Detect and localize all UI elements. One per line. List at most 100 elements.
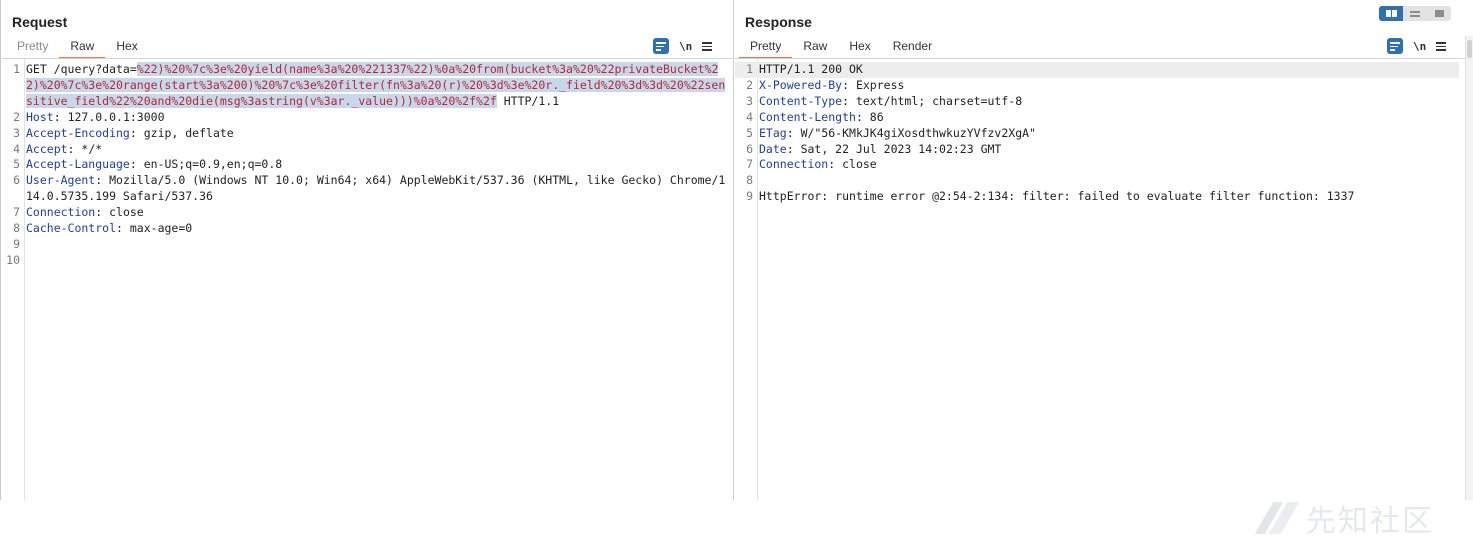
line-number: 9 — [746, 189, 753, 204]
stacked-layout-icon[interactable] — [1403, 6, 1427, 21]
wrap-lines-icon[interactable] — [1387, 38, 1403, 54]
response-header-line: 3 Content-Type: text/html; charset=utf-8 — [735, 94, 1459, 110]
menu-icon[interactable] — [702, 41, 713, 51]
line-number: 1 — [13, 62, 20, 76]
header-name: Accept-Encoding — [26, 125, 130, 140]
line-number: 9 — [13, 236, 20, 251]
tab-pretty[interactable]: Pretty — [6, 36, 59, 58]
request-method-path: GET /query?data= — [26, 62, 137, 76]
line-number: 5 — [13, 157, 20, 172]
empty-line: 8 — [735, 173, 1459, 189]
response-toolbar: \n — [1387, 38, 1447, 54]
request-pane: Request Pretty Raw Hex \n 1 GET /query?d… — [2, 0, 734, 500]
scrollbar-thumb[interactable] — [1467, 40, 1472, 58]
status-text: HTTP/1.1 200 OK — [759, 62, 863, 76]
status-line: 1 HTTP/1.1 200 OK — [735, 62, 1459, 78]
request-toolbar: \n — [653, 38, 713, 54]
line-number: 3 — [746, 93, 753, 108]
response-tabs: Pretty Raw Hex Render — [739, 36, 943, 59]
line-number: 10 — [6, 252, 20, 267]
response-header-line: 4 Content-Length: 86 — [735, 110, 1459, 126]
response-header-line: 5 ETag: W/"56-KMkJK4giXosdthwkuzYVfzv2Xg… — [735, 126, 1459, 142]
watermark-text: 先知社区 — [1306, 504, 1434, 539]
request-header-line: 5 Accept-Language: en-US;q=0.9,en;q=0.8 — [2, 157, 727, 173]
line-number: 5 — [746, 125, 753, 140]
header-name: X-Powered-By — [759, 77, 843, 92]
request-header-line: 7 Connection: close — [2, 205, 727, 221]
header-name: Connection — [26, 205, 96, 220]
request-header-line: 2 Host: 127.0.0.1:3000 — [2, 110, 727, 126]
response-header-line: 6 Date: Sat, 22 Jul 2023 14:02:23 GMT — [735, 142, 1459, 158]
header-value: close — [102, 205, 144, 220]
header-name: ETag — [759, 125, 787, 140]
header-value: gzip, deflate — [136, 125, 234, 140]
empty-line: 10 — [2, 253, 727, 269]
tab-hex[interactable]: Hex — [105, 36, 148, 58]
header-name: User-Agent — [26, 173, 96, 188]
line-number: 8 — [13, 221, 20, 236]
side-by-side-layout-icon[interactable] — [1379, 6, 1403, 21]
header-value: W/"56-KMkJK4giXosdthwkuzYVfzv2XgA" — [793, 125, 1036, 140]
line-number: 7 — [746, 157, 753, 172]
tab-raw[interactable]: Raw — [59, 36, 106, 59]
response-pane: Response Pretty Raw Hex Render \n 1 HTTP… — [735, 0, 1465, 500]
header-value: en-US;q=0.9,en;q=0.8 — [136, 157, 283, 172]
menu-icon[interactable] — [1436, 41, 1447, 51]
header-name: Accept — [26, 141, 68, 156]
http-version: HTTP/1.1 — [496, 93, 560, 108]
line-number: 2 — [746, 77, 753, 92]
tab-render[interactable]: Render — [882, 36, 943, 58]
line-number: 7 — [13, 205, 20, 220]
request-tabs: Pretty Raw Hex — [6, 36, 149, 59]
header-value: Mozilla/5.0 (Windows NT 10.0; Win64; x64… — [26, 173, 726, 204]
header-name: Date — [759, 141, 787, 156]
request-header-line: 3 Accept-Encoding: gzip, deflate — [2, 126, 727, 142]
header-name: Content-Length — [759, 109, 856, 124]
request-header-line: 4 Accept: */* — [2, 142, 727, 158]
line-number: 6 — [13, 173, 20, 188]
response-header-line: 2 X-Powered-By: Express — [735, 78, 1459, 94]
newline-toggle-icon[interactable]: \n — [679, 40, 692, 53]
header-value: text/html; charset=utf-8 — [849, 93, 1023, 108]
header-name: Accept-Language — [26, 157, 130, 172]
tabbed-layout-icon[interactable] — [1427, 6, 1451, 21]
header-value: max-age=0 — [122, 221, 193, 236]
request-title: Request — [12, 14, 68, 30]
header-value: close — [835, 157, 877, 172]
response-editor[interactable]: 1 HTTP/1.1 200 OK 2 X-Powered-By: Expres… — [735, 59, 1465, 500]
tab-hex[interactable]: Hex — [838, 36, 881, 58]
request-line: 1 GET /query?data=%22)%20%7c%3e%20yield(… — [2, 62, 727, 110]
watermark-logo-icon — [1258, 498, 1298, 538]
header-name: Content-Type — [759, 93, 843, 108]
request-header-line: 6 User-Agent: Mozilla/5.0 (Windows NT 10… — [2, 173, 727, 205]
header-name: Cache-Control — [26, 221, 117, 236]
vertical-scrollbar[interactable] — [1465, 36, 1473, 500]
header-value: 86 — [862, 109, 884, 124]
header-value: 127.0.0.1:3000 — [60, 109, 165, 124]
header-value: Express — [849, 77, 905, 92]
line-number: 1 — [746, 62, 753, 76]
line-number: 8 — [746, 173, 753, 188]
tab-raw[interactable]: Raw — [792, 36, 838, 58]
line-number: 3 — [13, 125, 20, 140]
line-number: 6 — [746, 141, 753, 156]
newline-toggle-icon[interactable]: \n — [1413, 40, 1426, 53]
wrap-lines-icon[interactable] — [653, 38, 669, 54]
header-name: Host — [26, 109, 54, 124]
tab-pretty[interactable]: Pretty — [739, 36, 793, 59]
request-header-line: 8 Cache-Control: max-age=0 — [2, 221, 727, 237]
watermark: 先知社区 — [1258, 496, 1434, 540]
line-number: 4 — [13, 141, 20, 156]
empty-line: 9 — [2, 237, 727, 253]
layout-switch — [1379, 6, 1451, 21]
header-value: Sat, 22 Jul 2023 14:02:23 GMT — [793, 141, 1002, 156]
line-number: 4 — [746, 109, 753, 124]
request-editor[interactable]: 1 GET /query?data=%22)%20%7c%3e%20yield(… — [2, 59, 733, 500]
header-name: Connection — [759, 157, 829, 172]
message-editor-frame: Request Pretty Raw Hex \n 1 GET /query?d… — [0, 0, 1473, 500]
response-title: Response — [745, 14, 812, 30]
line-number: 2 — [13, 109, 20, 124]
header-value: */* — [74, 141, 103, 156]
response-header-line: 7 Connection: close — [735, 157, 1459, 173]
response-body: HttpError: runtime error @2:54-2:134: fi… — [759, 189, 1355, 204]
